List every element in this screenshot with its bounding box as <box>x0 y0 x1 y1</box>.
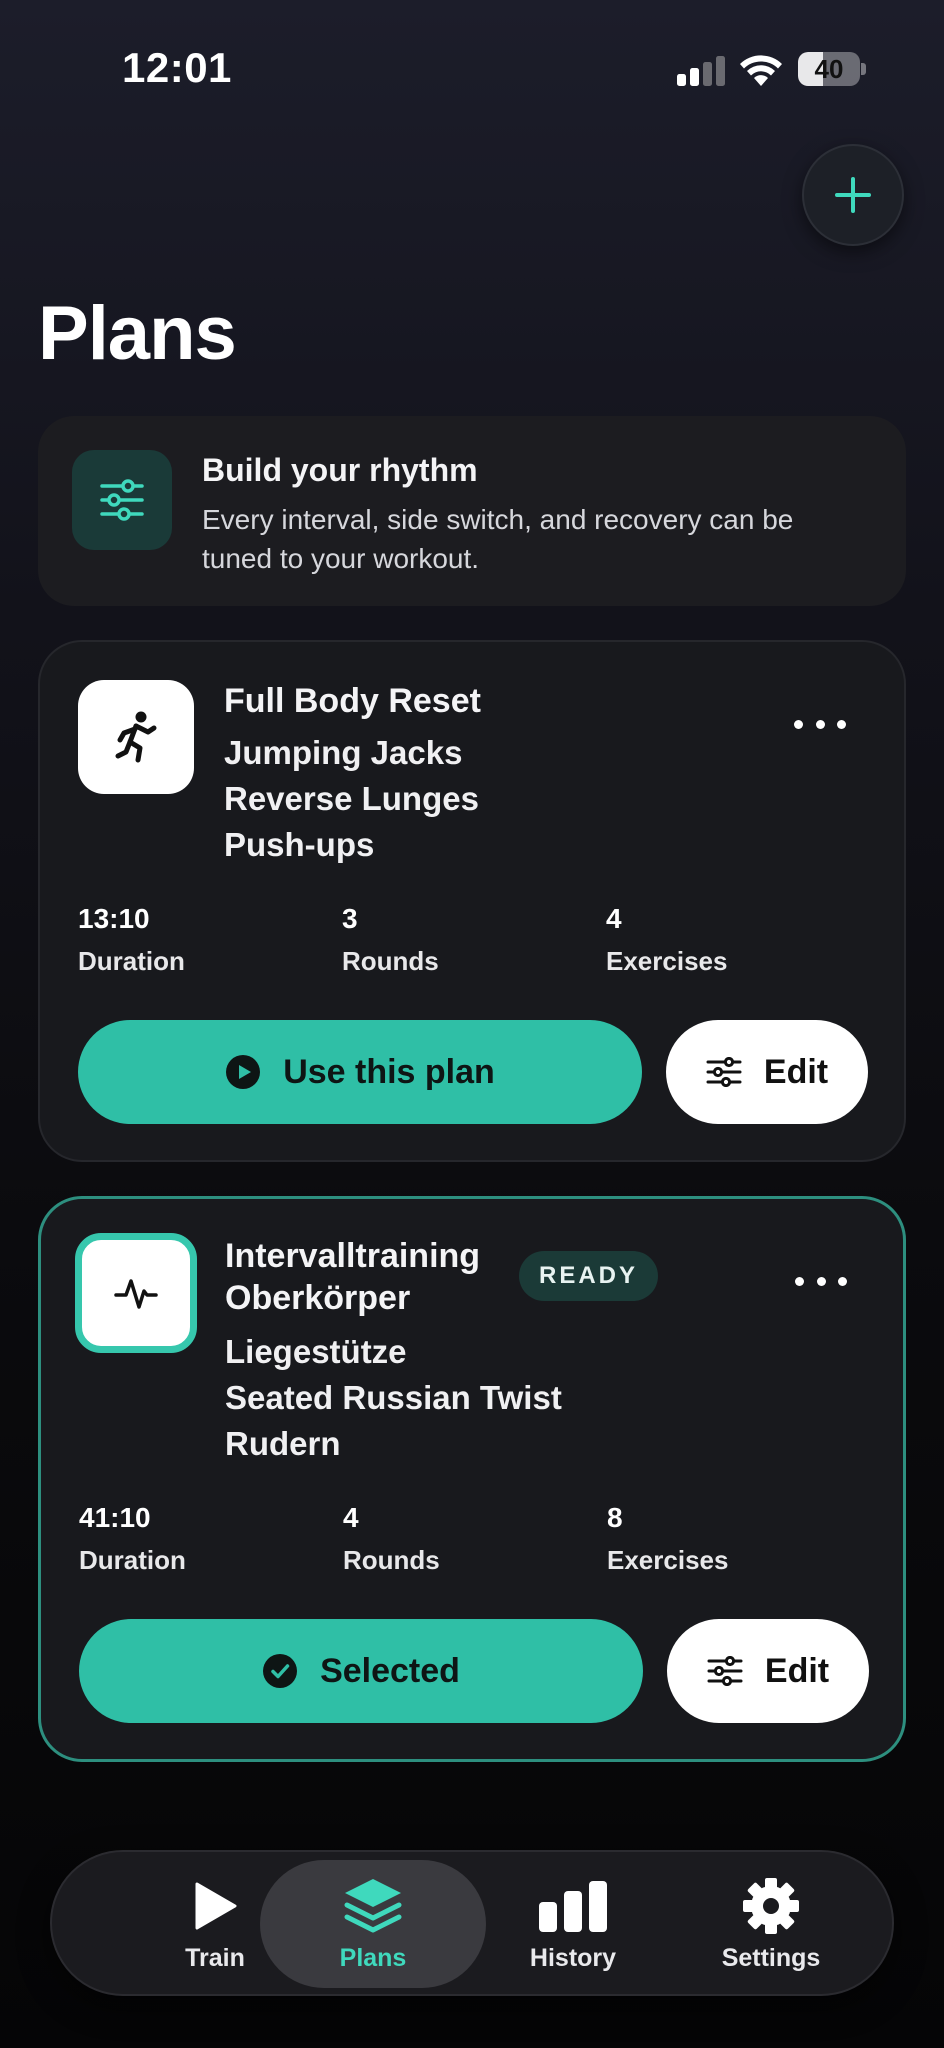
sliders-icon <box>100 479 144 521</box>
stat-duration: 41:10 Duration <box>79 1501 186 1577</box>
plan-icon-box <box>78 680 194 794</box>
plan-name-line: Oberkörper <box>225 1279 411 1317</box>
page-title: Plans <box>38 291 237 376</box>
tab-plans[interactable]: Plans <box>260 1860 486 1988</box>
stat-label: Duration <box>79 1545 186 1575</box>
edit-plan-button[interactable]: Edit <box>667 1619 869 1723</box>
exercise-list: Jumping Jacks Reverse Lunges Push-ups <box>224 730 479 868</box>
stat-value: 13:10 <box>78 903 150 934</box>
tab-label: Plans <box>339 1944 407 1972</box>
stat-duration: 13:10 Duration <box>78 902 185 978</box>
exercise-item: Push-ups <box>224 826 375 863</box>
gear-icon <box>743 1878 799 1934</box>
stat-exercises: 8 Exercises <box>607 1501 728 1577</box>
stat-label: Exercises <box>606 946 728 976</box>
info-title: Build your rhythm <box>202 452 478 488</box>
stat-label: Rounds <box>343 1545 440 1575</box>
plan-name: Full Body Reset <box>224 682 481 720</box>
exercise-item: Liegestütze <box>225 1333 407 1370</box>
exercise-list: Liegestütze Seated Russian Twist Rudern <box>225 1329 562 1467</box>
cellular-signal-icon <box>677 56 725 86</box>
plan-card[interactable]: Full Body Reset Jumping Jacks Reverse Lu… <box>38 640 906 1162</box>
exercise-item: Rudern <box>225 1425 341 1462</box>
tab-history[interactable]: History <box>460 1860 686 1988</box>
tab-bar: Train Plans History Settings <box>50 1850 894 1996</box>
info-icon-box <box>72 450 172 550</box>
exercise-item: Reverse Lunges <box>224 780 479 817</box>
tab-label: History <box>529 1944 617 1972</box>
tab-label: Train <box>185 1944 245 1972</box>
add-plan-button[interactable] <box>802 144 904 246</box>
exercise-item: Seated Russian Twist <box>225 1379 562 1416</box>
stat-value: 4 <box>343 1502 359 1533</box>
edit-label: Edit <box>764 1651 830 1690</box>
status-badge: READY <box>519 1251 659 1301</box>
bar-chart-icon <box>539 1881 607 1932</box>
more-options-button[interactable] <box>794 712 846 736</box>
checkmark-circle-icon <box>263 1654 298 1688</box>
stat-value: 41:10 <box>79 1502 151 1533</box>
tab-label: Settings <box>721 1944 821 1972</box>
stat-exercises: 4 Exercises <box>606 902 727 978</box>
battery-percent: 40 <box>814 54 844 84</box>
plan-icon-box <box>75 1233 197 1353</box>
plan-card-selected[interactable]: Intervalltraining Oberkörper READY Liege… <box>38 1196 906 1762</box>
selected-label: Selected <box>320 1651 460 1690</box>
edit-plan-button[interactable]: Edit <box>666 1020 868 1124</box>
edit-label: Edit <box>763 1052 829 1091</box>
exercise-item: Jumping Jacks <box>224 734 463 771</box>
pulse-icon <box>114 1279 158 1309</box>
more-options-button[interactable] <box>795 1269 847 1293</box>
plus-icon <box>835 177 871 213</box>
use-plan-button[interactable]: Use this plan <box>78 1020 642 1124</box>
stat-label: Duration <box>78 946 185 976</box>
play-circle-icon <box>226 1055 261 1089</box>
battery-indicator: 40 <box>798 52 866 86</box>
plan-name-line: Intervalltraining <box>225 1237 481 1275</box>
sliders-icon <box>707 1656 743 1686</box>
wifi-icon <box>740 55 782 86</box>
stat-label: Exercises <box>607 1545 729 1575</box>
stat-label: Rounds <box>342 946 439 976</box>
selected-button[interactable]: Selected <box>79 1619 643 1723</box>
plan-name: Intervalltraining Oberkörper <box>225 1235 480 1319</box>
tab-settings[interactable]: Settings <box>658 1860 884 1988</box>
sliders-icon <box>706 1057 742 1087</box>
stack-icon <box>344 1879 402 1933</box>
stat-value: 4 <box>606 903 622 934</box>
info-card: Build your rhythm Every interval, side s… <box>38 416 906 606</box>
use-plan-label: Use this plan <box>283 1052 495 1091</box>
running-figure-icon <box>115 711 157 763</box>
play-icon <box>195 1882 237 1930</box>
stat-rounds: 3 Rounds <box>342 902 439 978</box>
info-text: Every interval, side switch, and recover… <box>202 504 794 574</box>
status-bar: 12:01 40 <box>0 0 944 140</box>
clock: 12:01 <box>122 44 232 91</box>
stat-rounds: 4 Rounds <box>343 1501 440 1577</box>
stat-value: 8 <box>607 1502 623 1533</box>
stat-value: 3 <box>342 903 358 934</box>
